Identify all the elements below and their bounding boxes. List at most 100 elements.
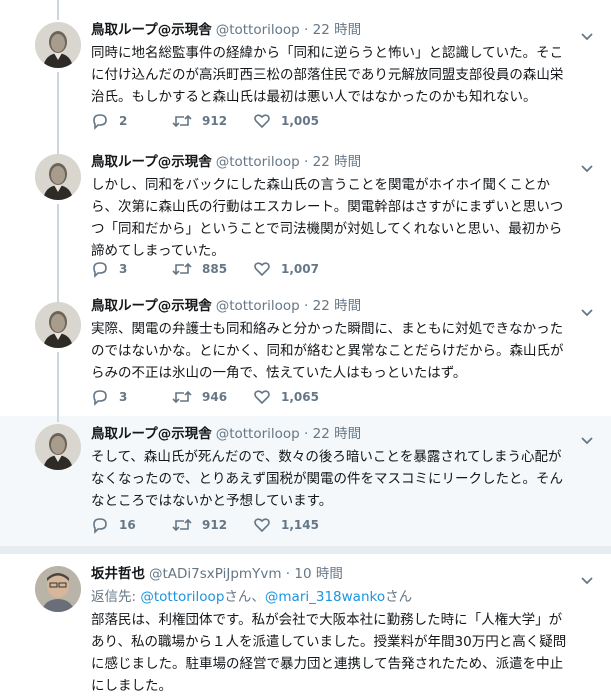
separator-dot: · [304,22,309,38]
tweet-header: 鳥取ループ@示現舎 @tottoriloop · 22 時間 [91,424,593,444]
tweet-text-line: のではないかな。とにかく、同和が絡むと異常なことだらけだから。森山氏が [91,343,564,359]
mention-suffix: さん [385,589,413,605]
display-name[interactable]: 鳥取ループ@示現舎 [91,154,212,170]
tweet-header: 坂井哲也 @tADi7sxPiJpmYvm · 10 時間 [91,564,593,584]
retweet-button[interactable]: 912 [172,515,227,535]
username[interactable]: @tottoriloop [216,154,300,170]
thread-line [57,0,59,20]
like-count: 1,065 [281,390,319,404]
username[interactable]: @tottoriloop [216,22,300,38]
display-name[interactable]: 鳥取ループ@示現舎 [91,426,212,442]
tweet-text-line: に感じました。駐車場の経営で暴力団と連携して告発されたため、派遣を中止 [91,656,564,672]
caret-down-icon[interactable] [581,302,593,317]
like-count: 1,145 [281,518,319,532]
mention-link[interactable]: @tottoriloop [140,589,224,605]
separator-dot: · [304,298,309,314]
caret-down-icon[interactable] [581,430,593,445]
separator-dot: · [304,426,309,442]
caret-down-icon[interactable] [581,158,593,173]
avatar[interactable] [35,302,81,348]
tweet-text: 同時に地名総監事件の経緯から「同和に逆らうと怖い」と認識していた。そこ に付け込… [91,42,593,108]
tweet-text: 部落民は、利権団体です。私が会社で大阪本社に勤務した時に「人権大学」が あり、私… [91,609,593,697]
like-button[interactable]: 1,065 [253,387,319,407]
tweet-text-line: にしました。 [91,678,172,694]
tweet-text-line: 諦めてしまっていた。 [91,243,225,259]
retweet-count: 946 [202,390,228,404]
section-divider [0,546,611,554]
like-icon [254,262,270,277]
timestamp[interactable]: 22 時間 [313,22,361,38]
timestamp[interactable]: 22 時間 [313,154,361,170]
tweet-text-line: 同時に地名総監事件の経緯から「同和に逆らうと怖い」と認識していた。そこ [91,45,564,61]
reply-context: 返信先: @tottoriloopさん、@mari_318wankoさん [91,587,593,607]
separator-dot: · [304,154,309,170]
tweet-header: 鳥取ループ@示現舎 @tottoriloop · 22 時間 [91,20,593,40]
like-button[interactable]: 1,145 [253,515,319,535]
tweet-text-line: なところではないかと予想しています。 [91,493,333,509]
tweet[interactable]: 鳥取ループ@示現舎 @tottoriloop · 22 時間 同時に地名総監事件の… [0,0,611,148]
avatar[interactable] [35,154,81,200]
display-name[interactable]: 坂井哲也 [91,566,145,582]
reply-icon [93,114,107,130]
reply-icon [93,390,107,406]
reply-tweet[interactable]: 坂井哲也 @tADi7sxPiJpmYvm · 10 時間 返信先: @totto… [0,554,611,698]
timestamp[interactable]: 10 時間 [294,566,342,582]
reply-button[interactable]: 3 [91,387,127,407]
like-icon [254,518,270,533]
retweet-button[interactable]: 912 [172,111,227,131]
retweet-button[interactable]: 946 [172,387,227,407]
tweet-text-line: らみの不正は氷山の一角で、怯えていた人はもっといたはず。 [91,365,467,381]
thread-line [57,352,59,416]
timestamp[interactable]: 22 時間 [313,426,361,442]
timestamp[interactable]: 22 時間 [313,298,361,314]
reply-button[interactable]: 2 [91,111,127,131]
tweet-text-line: 治氏。もしかすると森山氏は最初は悪い人ではなかったのかも知れない。 [91,89,537,105]
reply-count: 3 [119,390,128,404]
reply-count: 2 [119,114,128,128]
tweet-text-line: ら、次第に森山氏の行動はエスカレート。関電幹部はさすがにまずいと思いつ [91,199,564,215]
like-button[interactable]: 1,005 [253,111,319,131]
display-name[interactable]: 鳥取ループ@示現舎 [91,22,212,38]
retweet-icon [172,262,192,276]
reply-icon [93,518,107,534]
retweet-icon [172,390,192,404]
tweet-text-line: あり、私の職場から１人を派遣していました。授業料が年間30万円と高く疑問 [91,634,567,650]
avatar[interactable] [35,424,81,470]
retweet-count: 912 [202,114,228,128]
tweet-text-line: 部落民は、利権団体です。私が会社で大阪本社に勤務した時に「人権大学」が [91,612,563,628]
mention-link[interactable]: @mari_318wanko [265,589,385,605]
like-count: 1,005 [281,114,319,128]
tweet-text-line: 実際、関電の弁護士も同和絡みと分かった瞬間に、まともに対処できなかった [91,321,564,337]
tweet-text-line: そして、森山氏が死んだので、数々の後ろ暗いことを暴露されてしまう心配が [91,449,562,465]
display-name[interactable]: 鳥取ループ@示現舎 [91,298,212,314]
tweet-text: 実際、関電の弁護士も同和絡みと分かった瞬間に、まともに対処できなかった のではな… [91,318,593,384]
timeline: 鳥取ループ@示現舎 @tottoriloop · 22 時間 同時に地名総監事件の… [0,0,611,698]
tweet-text-line: なくなったので、とりあえず国税が関電の件をマスコミにリークしたと。そん [91,471,563,487]
username[interactable]: @tottoriloop [216,298,300,314]
avatar[interactable] [35,566,81,612]
tweet-text-line: に付け込んだのが高浜町西三松の部落住民であり元解放同盟支部役員の森山栄 [91,67,564,83]
reply-count: 3 [119,262,128,276]
reply-button[interactable]: 16 [91,515,136,535]
username[interactable]: @tottoriloop [216,426,300,442]
username[interactable]: @tADi7sxPiJpmYvm [149,566,281,582]
retweet-count: 912 [202,518,228,532]
reply-button[interactable]: 3 [91,259,127,279]
avatar[interactable] [35,22,81,68]
like-button[interactable]: 1,007 [253,259,319,279]
reply-icon [93,262,107,278]
tweet[interactable]: 鳥取ループ@示現舎 @tottoriloop · 22 時間 しかし、同和をバック… [0,148,611,296]
tweet-highlighted[interactable]: 鳥取ループ@示現舎 @tottoriloop · 22 時間 そして、森山氏が死ん… [0,416,611,546]
retweet-icon [172,518,192,532]
thread-line [57,416,59,422]
retweet-icon [172,114,192,128]
like-icon [254,390,270,405]
reply-count: 16 [119,518,136,532]
thread-line [57,204,59,296]
thread-line [57,72,59,148]
caret-down-icon[interactable] [581,570,593,585]
caret-down-icon[interactable] [581,26,593,41]
tweet-text-line: しかし、同和をバックにした森山氏の言うことを関電がホイホイ聞くことか [91,177,550,193]
tweet[interactable]: 鳥取ループ@示現舎 @tottoriloop · 22 時間 実際、関電の弁護士も… [0,296,611,416]
retweet-button[interactable]: 885 [172,259,227,279]
